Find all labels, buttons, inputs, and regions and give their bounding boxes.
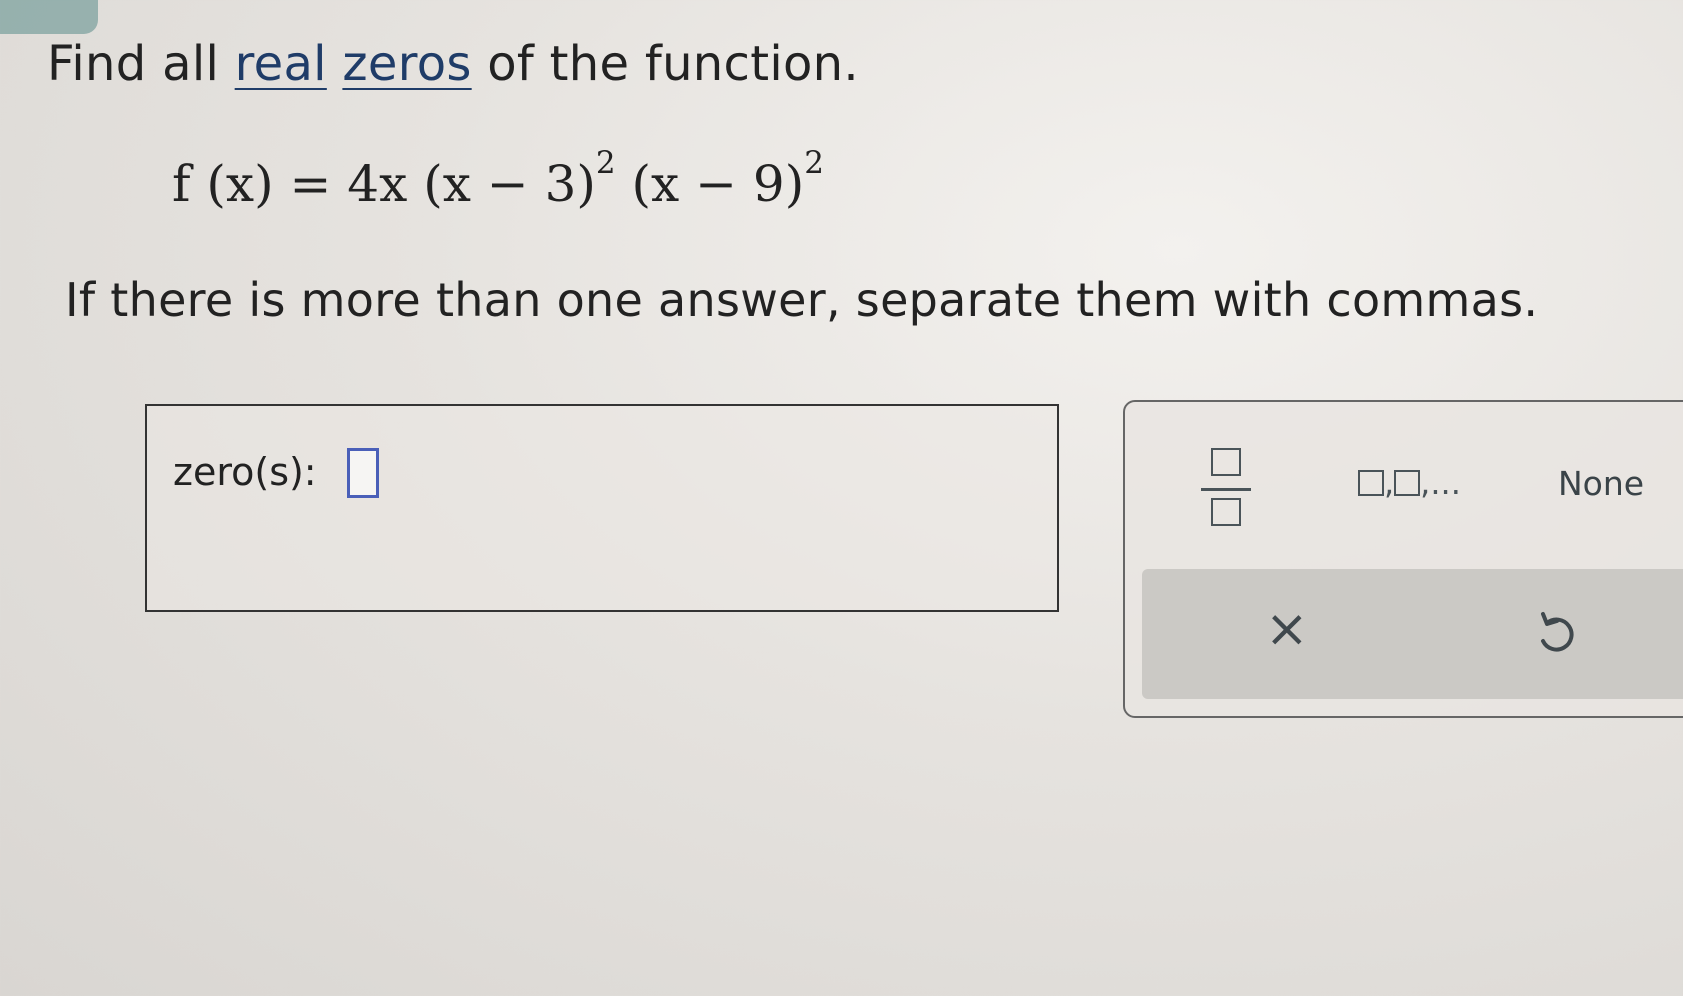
corner-tab	[0, 0, 98, 34]
fraction-icon	[1211, 448, 1241, 476]
fraction-box-bottom	[1211, 498, 1241, 526]
undo-icon	[1541, 612, 1574, 652]
list-separator: ,	[1384, 464, 1395, 502]
question-suffix: of the function.	[471, 36, 859, 92]
function-equation: f (x) = 4x (x − 3)2 (x − 9)2	[172, 145, 824, 213]
question-text: Find all real zeros of the function.	[47, 36, 859, 92]
list-suffix: ,...	[1420, 464, 1461, 502]
real-link[interactable]: real	[235, 36, 327, 92]
none-button[interactable]: None	[1558, 464, 1644, 503]
exponent-2: 2	[804, 145, 824, 182]
action-bar: ×	[1142, 569, 1683, 699]
clear-button[interactable]: ×	[1265, 599, 1309, 659]
instructions-text: If there is more than one answer, separa…	[65, 273, 1539, 327]
question-prefix: Find all	[47, 36, 235, 92]
equation-lhs: f (x) = 4x (x − 3)	[172, 155, 596, 213]
fraction-bar	[1201, 488, 1251, 491]
answer-box: zero(s):	[145, 404, 1059, 612]
list-button[interactable]: ,,...	[1358, 464, 1461, 502]
fraction-button[interactable]	[1199, 444, 1255, 530]
math-keypad: ,,... None ×	[1123, 400, 1683, 718]
answer-input[interactable]	[347, 448, 379, 498]
undo-button[interactable]	[1533, 609, 1581, 661]
list-icon	[1358, 470, 1384, 496]
list-box-2	[1394, 470, 1421, 496]
exponent-1: 2	[595, 145, 616, 182]
close-icon: ×	[1265, 599, 1309, 659]
equation-mid: (x − 9)	[615, 155, 805, 213]
answer-label: zero(s):	[173, 450, 317, 494]
zeros-link[interactable]: zeros	[342, 36, 471, 92]
